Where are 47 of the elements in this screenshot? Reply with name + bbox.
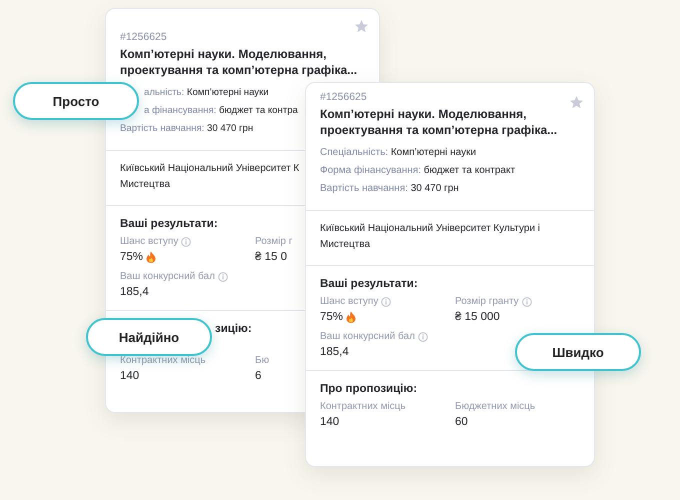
detail-value: 30 470 грн: [410, 183, 459, 194]
stat-value: 185,4: [120, 286, 149, 298]
stat-label: Ваш конкурсний бал: [120, 271, 215, 282]
university-name: Київський Національний Університет Культури і Мистецтва: [320, 222, 540, 252]
label-badge: Найдійно: [86, 318, 212, 356]
detail-value: бюджет та контракт: [424, 165, 516, 176]
course-title: Комп’ютерні науки. Моделювання, проектування та комп’ютерна графіка...: [120, 46, 358, 78]
stat-label: Розмір г: [255, 236, 292, 247]
stat-value: 140: [120, 370, 140, 382]
stat-value: ₴ 15 0: [255, 251, 287, 263]
label-badge: Просто: [13, 82, 139, 120]
detail-label: а фінансування:: [144, 105, 216, 116]
detail-value: 30 470 грн: [207, 123, 254, 134]
detail-value: Комп’ютерні науки: [186, 87, 269, 98]
stat-label: Контрактних місць: [320, 401, 406, 412]
university-name: Київський Національний Університет К Мистецтва: [120, 162, 300, 192]
card-id: #1256625: [320, 91, 367, 103]
stat-value: 75%: [320, 311, 344, 323]
star-icon[interactable]: [569, 95, 584, 110]
stat-label: Шанс вступу: [120, 236, 178, 247]
section-heading: Ваші результати:: [320, 278, 418, 290]
stat-value: 140: [320, 416, 340, 428]
detail-value: Комп’ютерні науки: [390, 147, 476, 158]
course-title: Комп’ютерні науки. Моделювання, проектування та комп’ютерна графіка...: [320, 106, 558, 138]
section-heading: зицію:: [215, 323, 252, 335]
section-heading: Ваші результати:: [120, 218, 218, 230]
label-badge: Швидко: [515, 333, 641, 371]
star-icon[interactable]: [354, 19, 369, 34]
detail-label: Вартість навчання:: [120, 123, 204, 134]
detail-label: Вартість навчання:: [320, 183, 408, 194]
stat-label: Ваш конкурсний бал: [320, 331, 415, 342]
detail-value: бюджет та контра: [219, 105, 298, 116]
stat-label: Розмір гранту: [455, 296, 519, 307]
stat-value: 60: [455, 416, 468, 428]
stat-label: Бю: [255, 355, 270, 366]
stat-label: Бюджетних місць: [455, 401, 536, 412]
stat-value: 75%: [120, 251, 144, 263]
stat-label: Шанс вступу: [320, 296, 378, 307]
stat-value: 185,4: [320, 346, 349, 358]
stat-value: 6: [255, 370, 262, 382]
detail-label: Спеціальність:: [320, 147, 388, 158]
card-id: #1256625: [120, 31, 167, 43]
stat-value: ₴ 15 000: [455, 311, 500, 323]
section-heading: Про пропозицію:: [320, 383, 418, 395]
detail-label: альність:: [144, 87, 184, 98]
detail-label: Форма фінансування:: [320, 165, 421, 176]
stat-label: Контрактних місць: [120, 355, 206, 366]
